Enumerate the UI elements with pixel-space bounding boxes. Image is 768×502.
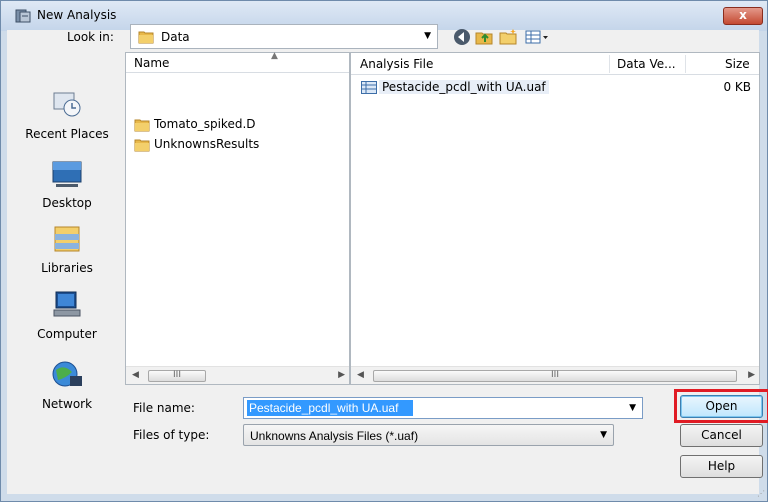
look-in-value: Data (161, 30, 190, 44)
analysis-file-icon (361, 81, 377, 94)
computer-icon (53, 291, 81, 317)
files-of-type-label: Files of type: (133, 428, 210, 442)
new-folder-icon[interactable] (498, 27, 518, 47)
column-header-size[interactable]: Size (725, 57, 750, 71)
column-separator[interactable] (685, 55, 686, 73)
scrollbar-thumb[interactable]: III (373, 370, 737, 382)
window-title: New Analysis (37, 8, 117, 22)
scrollbar-thumb[interactable]: III (148, 370, 206, 382)
recent-places-icon (53, 92, 81, 117)
grip-icon: III (173, 370, 181, 380)
open-button[interactable]: Open (680, 395, 763, 418)
file-name-input[interactable] (247, 400, 413, 416)
folder-icon (134, 139, 150, 152)
place-computer[interactable]: Computer (10, 290, 124, 341)
file-size-cell: 0 KB (723, 80, 751, 94)
close-icon: x (739, 8, 747, 22)
scroll-right-icon[interactable]: ▶ (338, 370, 345, 380)
look-in-dropdown[interactable]: Data ▼ (130, 24, 438, 49)
chevron-down-icon[interactable]: ▼ (629, 403, 636, 413)
horizontal-scrollbar[interactable]: ◀ III ▶ (351, 366, 759, 384)
grip-icon: III (551, 370, 559, 380)
look-in-label: Look in: (67, 30, 114, 44)
libraries-icon (54, 226, 80, 252)
place-libraries[interactable]: Libraries (10, 224, 124, 275)
views-menu-icon[interactable] (524, 27, 550, 47)
column-header-data-version[interactable]: Data Ve... (617, 57, 676, 71)
list-item-label: Tomato_spiked.D (154, 117, 256, 131)
horizontal-scrollbar[interactable]: ◀ III ▶ (126, 366, 349, 384)
chevron-down-icon: ▼ (424, 31, 431, 41)
file-name-combobox[interactable]: ▼ (243, 397, 643, 419)
sort-ascending-icon: ▲ (271, 51, 278, 61)
desktop-icon (52, 161, 82, 187)
file-details-pane[interactable]: Analysis File Data Ve... Size Pestacide_… (350, 52, 760, 385)
place-desktop[interactable]: Desktop (10, 159, 124, 210)
place-label: Recent Places (25, 127, 109, 141)
column-separator[interactable] (609, 55, 610, 73)
place-label: Libraries (41, 261, 93, 275)
place-label: Network (41, 397, 93, 411)
column-header-analysis-file[interactable]: Analysis File (360, 57, 433, 71)
name-column-header[interactable]: Name ▲ (126, 51, 349, 73)
folder-icon (138, 31, 154, 44)
places-bar: Recent Places Desktop Libraries Computer (10, 52, 124, 466)
files-of-type-select[interactable]: Unknowns Analysis Files (*.uaf) ▼ (243, 424, 614, 446)
scroll-left-icon[interactable]: ◀ (132, 370, 139, 380)
back-icon[interactable] (452, 27, 472, 47)
details-header: Analysis File Data Ve... Size (351, 53, 759, 75)
files-of-type-value: Unknowns Analysis Files (*.uaf) (250, 429, 419, 443)
scroll-right-icon[interactable]: ▶ (748, 370, 755, 380)
list-item-label: UnknownsResults (154, 137, 260, 151)
folder-list-pane[interactable]: Name ▲ Tomato_spiked.D UnknownsResults ◀… (125, 51, 350, 385)
name-column-label: Name (134, 56, 170, 70)
table-row[interactable]: Pestacide_pcdl_with UA.uaf 0 KB (361, 79, 759, 97)
close-button[interactable]: x (723, 7, 763, 25)
scroll-left-icon[interactable]: ◀ (357, 370, 364, 380)
network-icon (52, 361, 82, 387)
app-icon (15, 9, 31, 23)
place-network[interactable]: Network (10, 360, 124, 411)
place-label: Desktop (42, 196, 92, 210)
file-name-cell: Pestacide_pcdl_with UA.uaf (379, 80, 549, 94)
chevron-down-icon: ▼ (600, 430, 607, 440)
folder-icon (134, 119, 150, 132)
help-button[interactable]: Help (680, 455, 763, 478)
place-label: Computer (37, 327, 97, 341)
resize-grip-icon[interactable]: ⋰ (757, 489, 765, 498)
up-folder-icon[interactable] (474, 27, 494, 47)
place-recent-places[interactable]: Recent Places (10, 90, 124, 141)
cancel-button[interactable]: Cancel (680, 424, 763, 447)
file-name-label: File name: (133, 401, 195, 415)
